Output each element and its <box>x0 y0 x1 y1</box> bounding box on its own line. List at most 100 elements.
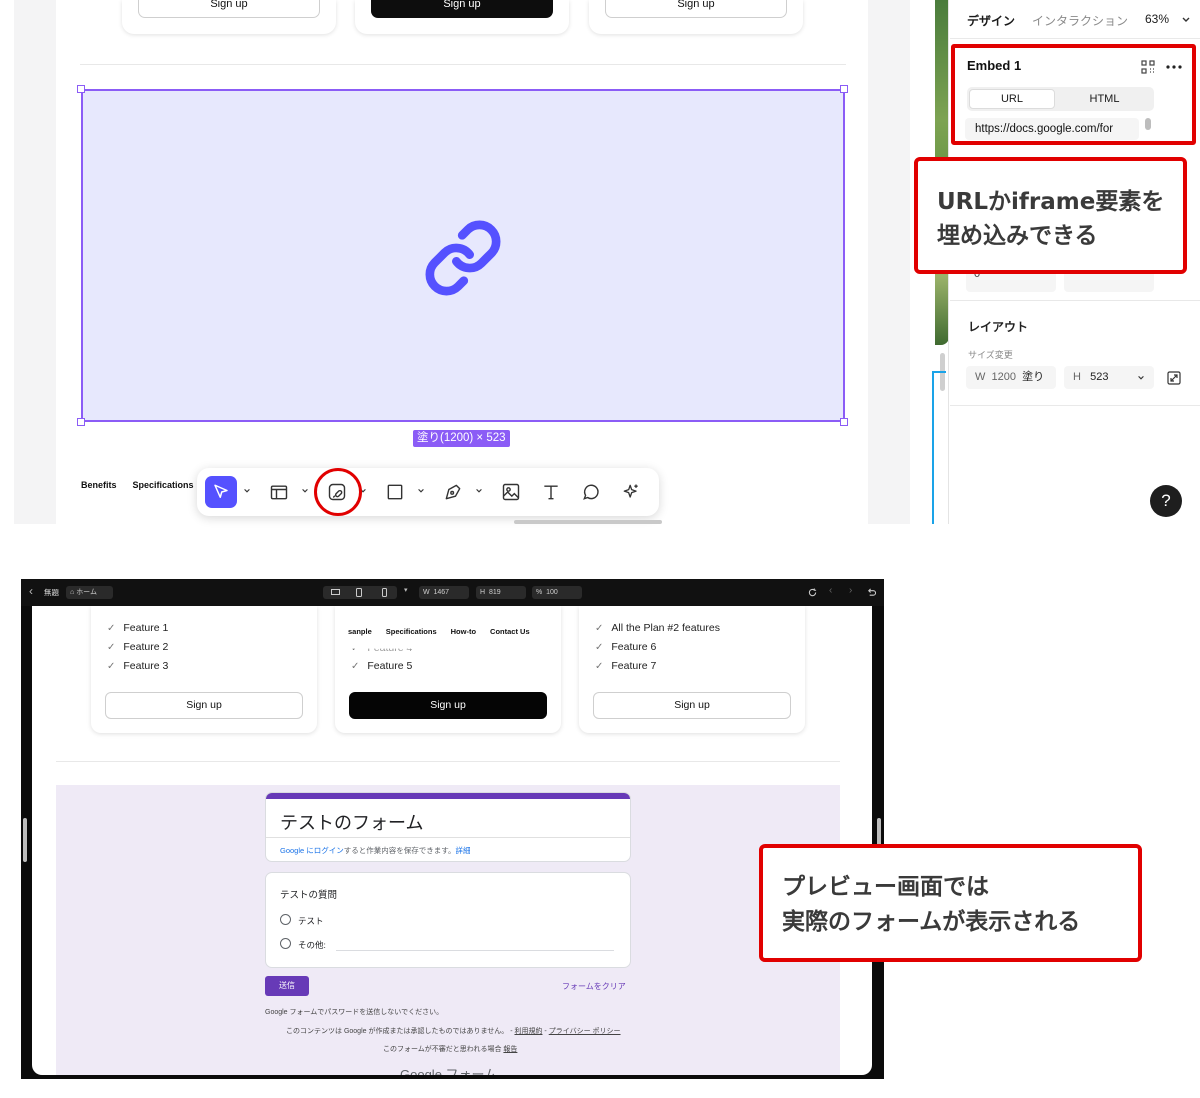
sign-up-button-2[interactable]: Sign up <box>371 0 553 18</box>
height-field[interactable]: H 523 <box>1064 366 1154 389</box>
chevron-down-icon[interactable]: ▾ <box>404 586 408 594</box>
comment-icon <box>583 484 599 500</box>
form-question-card: テストの質問 テスト その他: <box>265 872 631 968</box>
pen-tool-button[interactable] <box>437 476 469 508</box>
text-tool-button[interactable] <box>535 476 567 508</box>
pricing-card-1: ✓ Feature 1 ✓ Feature 2 ✓ Feature 3 Sign up <box>91 606 317 733</box>
privacy-link[interactable]: プライバシー ポリシー <box>549 1028 621 1035</box>
nav-how-to[interactable]: How-to <box>451 627 476 636</box>
google-forms-logo: Google フォーム <box>400 1067 498 1075</box>
canvas-horizontal-scrollbar[interactable] <box>514 520 662 524</box>
clear-form-link[interactable]: フォームをクリア <box>562 981 626 992</box>
question-title: テストの質問 <box>280 890 338 901</box>
detail-link[interactable]: 詳細 <box>456 846 471 855</box>
back-arrow[interactable]: ‹ <box>29 584 33 598</box>
submit-button[interactable]: 送信 <box>265 976 309 996</box>
nav-specifications[interactable]: Specifications <box>386 627 437 636</box>
frame-tool-button[interactable] <box>263 476 295 508</box>
width-field[interactable]: W 1200 塗り <box>966 366 1056 389</box>
preview-right-handle[interactable] <box>877 818 881 846</box>
section-divider <box>80 64 846 65</box>
chevron-down-icon[interactable] <box>475 487 483 495</box>
ai-tool-button[interactable] <box>615 476 647 508</box>
preview-window: ‹ 無題 ⌂ ホーム ▾ W 1467 H 819 % 100 ‹ › ✓ Fe… <box>21 579 884 1079</box>
nav-back-icon[interactable]: ‹ <box>829 585 832 596</box>
preview-left-handle[interactable] <box>23 818 27 862</box>
zoom-level[interactable]: 63% <box>1145 12 1169 26</box>
grid-icon[interactable] <box>1141 60 1155 74</box>
list-item: ✓ Feature 2 <box>107 641 169 653</box>
radio-option-1[interactable] <box>280 914 291 925</box>
nav-contact-us[interactable]: Contact Us <box>490 627 530 636</box>
tablet-icon[interactable] <box>356 588 362 597</box>
form-header-divider <box>266 837 630 838</box>
other-text-input[interactable] <box>336 950 614 951</box>
zoom-input[interactable]: % 100 <box>532 586 582 599</box>
url-scrollbar[interactable] <box>1145 118 1151 130</box>
comment-tool-button[interactable] <box>575 476 607 508</box>
section-divider <box>56 761 840 762</box>
pricing-card-2: Sign up <box>355 0 569 34</box>
nav-forward-icon[interactable]: › <box>849 585 852 596</box>
shape-tool-button[interactable] <box>379 476 411 508</box>
embed-frame[interactable] <box>81 89 845 422</box>
image-tool-button[interactable] <box>495 476 527 508</box>
device-switcher[interactable] <box>323 586 397 599</box>
url-input[interactable]: https://docs.google.com/for <box>965 118 1139 140</box>
home-dropdown[interactable]: ⌂ ホーム <box>66 586 113 599</box>
height-input[interactable]: H 819 <box>476 586 526 599</box>
radio-option-other[interactable] <box>280 938 291 949</box>
password-warning: Google フォームでパスワードを送信しないでください。 <box>265 1009 444 1016</box>
resize-handle-top-left[interactable] <box>77 85 85 93</box>
tab-interaction[interactable]: インタラクション <box>1032 12 1128 29</box>
width-value: 1200 <box>991 371 1016 383</box>
preview-zoom: 100 <box>546 589 558 596</box>
phone-icon[interactable] <box>382 588 387 597</box>
desktop-icon[interactable] <box>331 589 340 596</box>
pricing-card-3: ✓ All the Plan #2 features ✓ Feature 6 ✓ Fe… <box>579 606 805 733</box>
segment-html[interactable]: HTML <box>1057 89 1152 109</box>
sign-up-button-1[interactable]: Sign up <box>105 692 303 719</box>
home-icon: ⌂ <box>70 589 75 596</box>
help-button[interactable]: ? <box>1150 485 1182 517</box>
resize-label: サイズ変更 <box>968 350 1013 360</box>
width-input[interactable]: W 1467 <box>419 586 469 599</box>
sign-up-button-3[interactable]: Sign up <box>605 0 787 18</box>
sign-up-button-3[interactable]: Sign up <box>593 692 791 719</box>
preview-width-label: W <box>423 589 430 596</box>
layout-section-title: レイアウト <box>968 320 1029 334</box>
report-link[interactable]: 報告 <box>503 1046 517 1053</box>
chevron-down-icon[interactable] <box>243 487 251 495</box>
resize-handle-top-right[interactable] <box>840 85 848 93</box>
reload-icon[interactable] <box>808 588 817 597</box>
frame-icon <box>270 485 288 500</box>
segment-url[interactable]: URL <box>969 89 1055 109</box>
sparkle-icon <box>623 484 638 498</box>
guide-line <box>932 371 934 524</box>
check-icon: ✓ <box>595 661 604 672</box>
nav-sanple[interactable]: sanple <box>348 627 372 636</box>
terms-link[interactable]: 利用規約 <box>514 1028 542 1035</box>
tab-design[interactable]: デザイン <box>967 12 1015 29</box>
restart-icon[interactable] <box>867 588 876 597</box>
chevron-down-icon[interactable] <box>417 487 425 495</box>
move-tool-button[interactable] <box>205 476 237 508</box>
chevron-down-icon[interactable] <box>301 487 309 495</box>
report-text: このフォームが不審だと思われる場合 <box>383 1046 502 1053</box>
resize-handle-bottom-right[interactable] <box>840 418 848 426</box>
preview-nav: sanple Specifications How-to Contact Us <box>348 627 544 636</box>
chevron-down-icon[interactable] <box>1137 374 1145 382</box>
embedded-google-form: テストのフォーム Google にログインすると作業内容を保存できます。詳細 テ… <box>56 785 840 1075</box>
chevron-down-icon[interactable] <box>1181 15 1191 25</box>
list-item: ✓ Feature 4 <box>351 642 413 654</box>
more-icon[interactable] <box>1166 64 1182 70</box>
resize-handle-bottom-left[interactable] <box>77 418 85 426</box>
sign-up-button-1[interactable]: Sign up <box>138 0 320 18</box>
text-icon <box>544 485 558 500</box>
login-link[interactable]: Google にログイン <box>280 846 344 855</box>
link-icon <box>425 220 501 296</box>
size-badge: 塗り(1200) × 523 <box>413 430 510 447</box>
form-accent-bar <box>266 793 630 799</box>
resize-to-fit-icon[interactable] <box>1167 371 1181 385</box>
sign-up-button-2[interactable]: Sign up <box>349 692 547 719</box>
